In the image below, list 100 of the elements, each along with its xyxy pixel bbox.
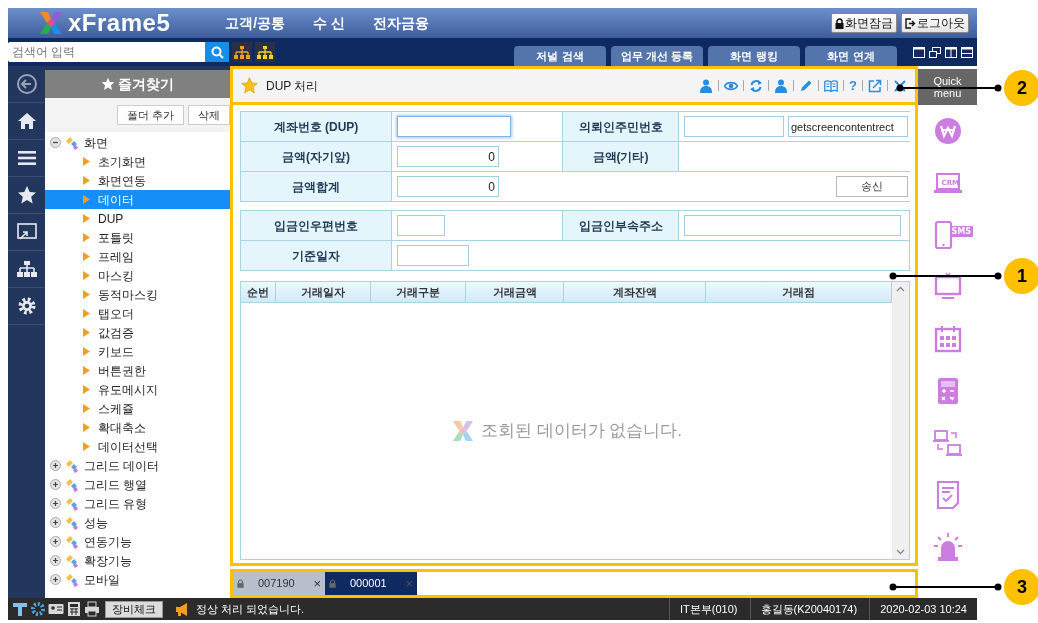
collapse-icon[interactable] xyxy=(50,137,61,148)
input-field[interactable]: 0 xyxy=(397,176,499,197)
lock-icon xyxy=(237,579,244,588)
tree-item[interactable]: 성능 xyxy=(45,513,230,532)
expand-icon[interactable] xyxy=(50,517,61,528)
split-horizontal-icon[interactable] xyxy=(961,46,973,58)
printer-icon[interactable] xyxy=(84,601,100,617)
menu-item[interactable]: 전자금융 xyxy=(373,12,429,34)
tree-item[interactable]: 확대축소 xyxy=(45,418,230,437)
tool-icon[interactable] xyxy=(12,601,28,617)
expand-icon[interactable] xyxy=(50,536,61,547)
close-tab-button[interactable]: × xyxy=(313,577,321,590)
tree-item[interactable]: 모바일 xyxy=(45,570,230,589)
toolbar-tab[interactable]: 화면 연계 xyxy=(805,46,897,66)
tree-item[interactable]: 확장기능 xyxy=(45,551,230,570)
expand-icon[interactable] xyxy=(50,479,61,490)
tree-item[interactable]: 값검증 xyxy=(45,323,230,342)
tree-item[interactable]: 탭오더 xyxy=(45,304,230,323)
logout-button[interactable]: 로그아웃 xyxy=(901,13,969,33)
toolbar-tab[interactable]: 화면 랭킹 xyxy=(708,46,800,66)
empty-message: 조회된 데이터가 없습니다. xyxy=(480,420,683,443)
menu-item[interactable]: 고객/공통 xyxy=(225,12,286,34)
tree-item[interactable]: 데이터선택 xyxy=(45,437,230,456)
coin-icon[interactable] xyxy=(932,116,963,146)
device-check-button[interactable]: 장비체크 xyxy=(105,600,163,618)
column-header[interactable]: 거래금액 xyxy=(466,282,564,303)
org-chart-button[interactable] xyxy=(232,42,252,62)
input-field[interactable] xyxy=(397,215,445,236)
refresh-icon[interactable] xyxy=(749,78,764,93)
expand-icon[interactable] xyxy=(50,574,61,585)
toolbar-tab[interactable]: 저널 검색 xyxy=(514,46,606,66)
panel-button[interactable]: 폴더 추가 xyxy=(116,105,184,125)
pencil-icon[interactable] xyxy=(799,78,814,93)
chevron-down-icon[interactable] xyxy=(896,549,905,555)
column-header[interactable]: 거래점 xyxy=(706,282,892,303)
screen-tab[interactable]: 007190 × xyxy=(233,572,325,595)
tree-item[interactable]: 동적마스킹 xyxy=(45,285,230,304)
column-header[interactable]: 계좌잔액 xyxy=(564,282,706,303)
person-icon[interactable] xyxy=(699,78,714,93)
tree-item[interactable]: 그리드 행열 xyxy=(45,475,230,494)
book-icon[interactable] xyxy=(824,78,839,93)
expand-icon[interactable] xyxy=(50,460,61,471)
column-header[interactable]: 거래구분 xyxy=(371,282,466,303)
siren-icon[interactable] xyxy=(932,532,963,562)
form-label: 금액(기타) xyxy=(563,142,678,171)
panel-title: 즐겨찾기 xyxy=(118,74,174,94)
id-card-icon[interactable] xyxy=(48,601,64,617)
input-field[interactable] xyxy=(684,116,784,137)
logo-text: xFrame5 xyxy=(68,11,171,35)
toolbar-tab[interactable]: 업무 개선 등록 xyxy=(611,46,703,66)
tree-item[interactable]: 그리드 데이터 xyxy=(45,456,230,475)
tree-item[interactable]: 키보드 xyxy=(45,342,230,361)
tree-item[interactable]: 화면 xyxy=(45,133,230,152)
tree-item[interactable]: 스케쥴 xyxy=(45,399,230,418)
logo-icon xyxy=(450,420,475,442)
split-vertical-icon[interactable] xyxy=(945,46,957,58)
input-field[interactable] xyxy=(397,116,511,137)
expand-icon[interactable] xyxy=(50,498,61,509)
input-field[interactable] xyxy=(684,215,901,236)
cascade-icon[interactable] xyxy=(929,46,941,58)
window-icon[interactable] xyxy=(913,46,925,58)
gear-icon[interactable] xyxy=(30,601,46,617)
tree-item[interactable]: 버튼권한 xyxy=(45,361,230,380)
scrollbar[interactable] xyxy=(892,282,909,559)
status-message: 정상 처리 되었습니다. xyxy=(196,601,305,617)
panel-button[interactable]: 삭제 xyxy=(188,105,230,125)
person-icon[interactable] xyxy=(774,78,789,93)
column-header[interactable]: 거래일자 xyxy=(276,282,371,303)
tree-item[interactable]: 초기화면 xyxy=(45,152,230,171)
tree-item[interactable]: 프레임 xyxy=(45,247,230,266)
send-button[interactable]: 송신 xyxy=(836,176,908,197)
screen-tab[interactable]: 000001 × xyxy=(325,572,417,595)
calculator-icon[interactable] xyxy=(66,601,82,617)
close-icon[interactable] xyxy=(893,78,907,93)
form-label: 입금인우편번호 xyxy=(241,211,391,240)
column-header[interactable]: 순번 xyxy=(241,282,276,303)
tree-item[interactable]: 그리드 유형 xyxy=(45,494,230,513)
external-link-icon[interactable] xyxy=(868,78,882,93)
tree-item[interactable]: DUP xyxy=(45,209,230,228)
tree-item[interactable]: 마스킹 xyxy=(45,266,230,285)
input-field[interactable]: 0 xyxy=(397,146,499,167)
tree-item[interactable]: 연동기능 xyxy=(45,532,230,551)
tree-item[interactable]: 화면연동 xyxy=(45,171,230,190)
network-icon[interactable] xyxy=(932,428,963,458)
tree-item[interactable]: 유도메시지 xyxy=(45,380,230,399)
input-field[interactable]: getscreencontentrect xyxy=(788,116,908,137)
back-icon xyxy=(15,73,38,95)
lock-button[interactable]: 화면잠금 xyxy=(831,13,897,33)
org-chart-button[interactable] xyxy=(255,42,275,62)
search-button[interactable] xyxy=(205,42,229,62)
monitor-icon[interactable] xyxy=(932,272,963,302)
chevron-up-icon[interactable] xyxy=(896,286,905,292)
search-field[interactable]: 검색어 입력 xyxy=(8,42,205,62)
star-icon[interactable] xyxy=(241,77,258,94)
menu-item[interactable]: 수 신 xyxy=(313,12,345,34)
input-field[interactable] xyxy=(397,245,469,266)
caret-icon xyxy=(83,157,90,166)
calendar-icon[interactable] xyxy=(932,324,963,354)
tree-item[interactable]: 포틀릿 xyxy=(45,228,230,247)
expand-icon[interactable] xyxy=(50,555,61,566)
